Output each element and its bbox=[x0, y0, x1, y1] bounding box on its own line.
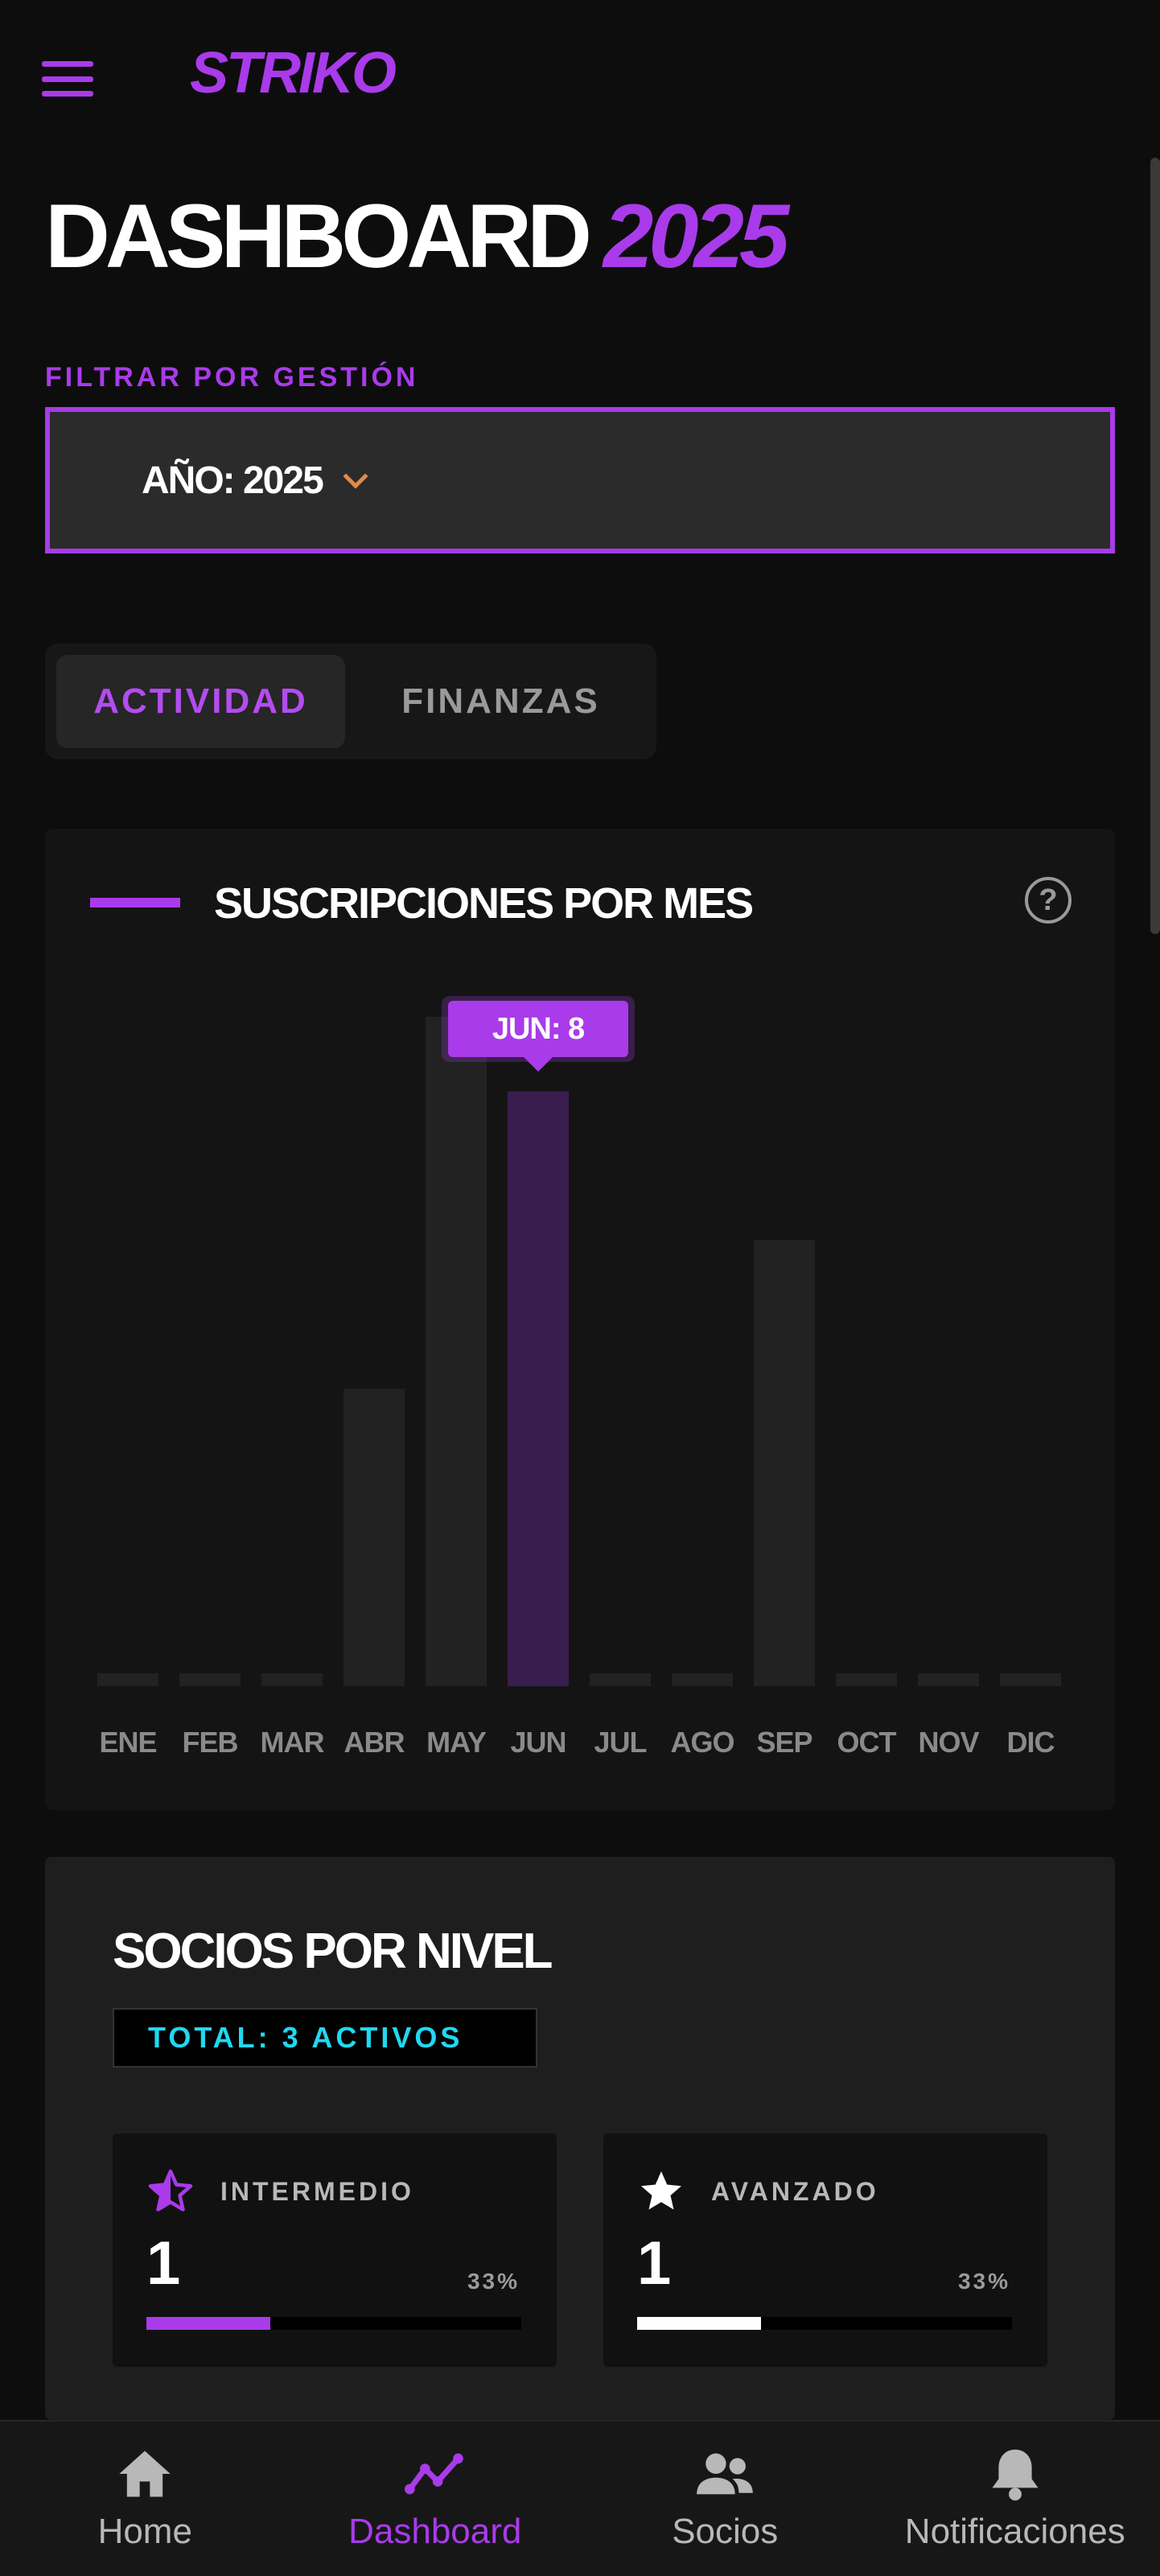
bar-dic[interactable] bbox=[1000, 1673, 1061, 1686]
level-count: 1 bbox=[146, 2229, 181, 2298]
level-count: 1 bbox=[637, 2229, 672, 2298]
tooltip-pointer bbox=[524, 1057, 553, 1072]
bar-mar[interactable] bbox=[261, 1673, 323, 1686]
bell-icon bbox=[992, 2449, 1039, 2501]
socios-title: SOCIOS POR NIVEL bbox=[113, 1924, 553, 1979]
x-tick-label: ABR bbox=[344, 1726, 405, 1759]
bar-nov[interactable] bbox=[918, 1673, 979, 1686]
x-tick-label: JUN bbox=[510, 1726, 566, 1759]
chevron-down-icon bbox=[343, 463, 368, 489]
nav-socios[interactable]: Socios bbox=[580, 2422, 870, 2576]
x-tick-label: NOV bbox=[918, 1726, 979, 1759]
scrollbar[interactable] bbox=[1150, 158, 1160, 934]
x-tick-label: DIC bbox=[1007, 1726, 1055, 1759]
bar-jul[interactable] bbox=[590, 1673, 651, 1686]
half-star-icon bbox=[148, 2169, 193, 2212]
bar-sep[interactable] bbox=[754, 1240, 815, 1686]
tab-actividad[interactable]: ACTIVIDAD bbox=[56, 655, 345, 748]
x-tick-label: OCT bbox=[837, 1726, 897, 1759]
bar-jun[interactable] bbox=[508, 1091, 569, 1686]
page-title-year: 2025 bbox=[603, 186, 789, 286]
nav-label: Home bbox=[97, 2512, 192, 2551]
x-tick-label: ENE bbox=[99, 1726, 156, 1759]
year-select-value: AÑO: 2025 bbox=[142, 459, 324, 502]
bar-may[interactable] bbox=[426, 1017, 487, 1686]
x-tick-label: MAY bbox=[426, 1726, 487, 1759]
nav-dashboard[interactable]: Dashboard bbox=[290, 2422, 581, 2576]
level-name: AVANZADO bbox=[711, 2177, 879, 2206]
level-card-avanzado[interactable]: AVANZADO 1 33% bbox=[603, 2134, 1047, 2367]
nav-label: Dashboard bbox=[348, 2512, 522, 2551]
level-progress-fill bbox=[637, 2317, 761, 2330]
total-active-badge: TOTAL: 3 ACTIVOS bbox=[113, 2008, 537, 2068]
nav-notificaciones[interactable]: Notificaciones bbox=[870, 2422, 1160, 2576]
nav-home[interactable]: Home bbox=[0, 2422, 290, 2576]
bar-oct[interactable] bbox=[836, 1673, 897, 1686]
bottom-navigation: Home Dashboard Socios Notificaciones bbox=[0, 2420, 1160, 2576]
top-bar: STRIKO bbox=[0, 0, 1160, 153]
level-progress-track bbox=[146, 2317, 521, 2330]
bar-abr[interactable] bbox=[343, 1389, 405, 1686]
chart-line-icon bbox=[404, 2453, 463, 2495]
x-tick-label: FEB bbox=[183, 1726, 238, 1759]
home-icon bbox=[119, 2450, 171, 2497]
socios-por-nivel-card: SOCIOS POR NIVEL TOTAL: 3 ACTIVOS INTERM… bbox=[45, 1857, 1115, 2420]
year-select[interactable]: AÑO: 2025 bbox=[45, 407, 1115, 553]
brand-logo: STRIKO bbox=[190, 41, 397, 105]
nav-label: Notificaciones bbox=[904, 2512, 1125, 2551]
hamburger-menu-icon[interactable] bbox=[42, 61, 93, 97]
bar-chart: ENE FEB MAR ABR MAY JUN JUN: 8 JUL AGO SEP OCT NOV D… bbox=[97, 996, 1061, 1759]
level-progress-track bbox=[637, 2317, 1012, 2330]
subscriptions-chart-card: SUSCRIPCIONES POR MES ? ENE FEB MAR ABR MAY J… bbox=[45, 829, 1115, 1810]
filter-label: FILTRAR POR GESTIÓN bbox=[45, 362, 419, 393]
tab-bar: ACTIVIDAD FINANZAS bbox=[45, 644, 656, 759]
tooltip-text: JUN: 8 bbox=[492, 1012, 584, 1046]
nav-label: Socios bbox=[672, 2512, 779, 2551]
x-tick-label: SEP bbox=[756, 1726, 812, 1759]
bar-feb[interactable] bbox=[179, 1673, 241, 1686]
x-tick-label: JUL bbox=[594, 1726, 646, 1759]
bar-ene[interactable] bbox=[97, 1673, 158, 1686]
tab-finanzas[interactable]: FINANZAS bbox=[356, 655, 645, 748]
level-progress-fill bbox=[146, 2317, 270, 2330]
level-name: INTERMEDIO bbox=[220, 2177, 414, 2206]
bar-ago[interactable] bbox=[672, 1673, 733, 1686]
x-tick-label: AGO bbox=[670, 1726, 734, 1759]
level-card-intermedio[interactable]: INTERMEDIO 1 33% bbox=[113, 2134, 557, 2367]
page-title-text: DASHBOARD bbox=[45, 186, 592, 286]
star-icon bbox=[641, 2171, 681, 2210]
level-percent: 33% bbox=[467, 2269, 520, 2294]
page-title: DASHBOARD 2025 bbox=[45, 191, 789, 282]
level-percent: 33% bbox=[957, 2269, 1010, 2294]
x-tick-label: MAR bbox=[261, 1726, 325, 1759]
users-icon bbox=[697, 2453, 754, 2495]
